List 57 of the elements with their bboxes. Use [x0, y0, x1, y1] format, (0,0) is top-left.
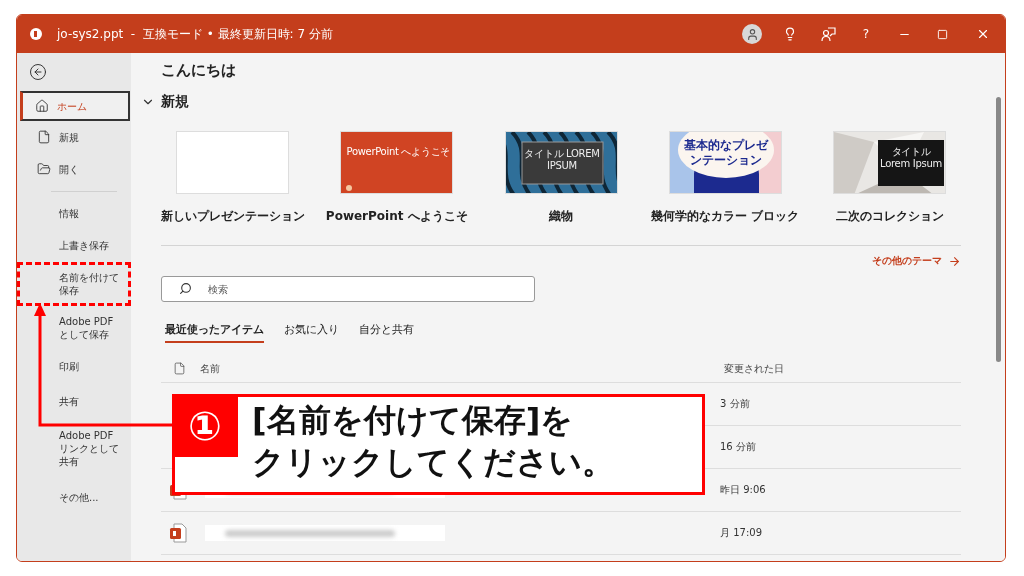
template-thumbnail[interactable] — [176, 131, 289, 194]
maximize-icon[interactable] — [936, 28, 948, 40]
modified-date: 月 17:09 — [720, 526, 763, 540]
folder-icon — [37, 162, 51, 176]
document-icon — [37, 130, 51, 144]
slide-title: タイトル LOREM IPSUM — [523, 148, 601, 172]
template-name: 二次のコレクション — [835, 208, 944, 225]
column-header: 名前 — [200, 361, 220, 376]
sidebar-item[interactable]: 新規 — [20, 121, 130, 153]
greeting-heading: こんにちは — [161, 61, 237, 81]
arrow-right-icon — [948, 254, 961, 268]
help-button[interactable]: ? — [847, 15, 885, 53]
sidebar-item[interactable]: 共有 — [20, 382, 130, 420]
sidebar-item[interactable]: 上書き保存 — [20, 228, 130, 262]
tab[interactable]: 最近使ったアイテム — [165, 322, 264, 343]
more-themes-link[interactable]: その他のテーマ — [872, 254, 961, 268]
presentation-file-icon — [169, 523, 187, 543]
section-heading: 新規 — [161, 93, 189, 111]
modified-date: 16 分前 — [720, 440, 757, 454]
instruction-text: [名前を付けて保存]を クリックしてください。 — [252, 400, 614, 483]
template-thumbnail[interactable]: タイトル LOREM IPSUM — [504, 131, 618, 194]
app-logo-icon — [29, 27, 43, 41]
template-name: 幾何学的なカラー ブロック — [651, 208, 800, 225]
sidebar-item[interactable]: その他... — [20, 476, 130, 518]
file-icon — [173, 362, 186, 375]
template-thumbnail[interactable]: 基本的なプレゼンテーション — [668, 131, 782, 194]
step-number: ① — [172, 394, 238, 457]
window-title: jo-sys2.ppt - 互換モード • 最終更新日時: 7 分前 — [57, 25, 334, 43]
template-name: 織物 — [549, 208, 573, 225]
sidebar-item[interactable]: Adobe PDF として保存 — [20, 306, 130, 350]
tab[interactable]: お気に入り — [284, 322, 339, 343]
sidebar-item[interactable]: 名前を付けて保存 — [17, 262, 131, 306]
feedback-icon[interactable] — [820, 26, 836, 42]
slide-title: 基本的なプレゼンテーション — [683, 138, 770, 168]
search-field[interactable]: 検索 — [161, 276, 535, 302]
sidebar-item[interactable]: Adobe PDF リンクとして共有 — [20, 420, 130, 476]
close-icon[interactable] — [976, 27, 990, 41]
sidebar-item[interactable]: 情報 — [20, 198, 130, 228]
slide-title: タイトル Lorem Ipsum — [880, 146, 942, 170]
modified-date: 昨日 9:06 — [720, 483, 767, 497]
logo-icon — [346, 185, 353, 191]
account-avatar[interactable] — [742, 24, 762, 44]
template-name: PowerPoint へようこそ — [325, 208, 468, 225]
sidebar-item[interactable]: 印刷 — [20, 350, 130, 382]
home-icon — [35, 99, 49, 113]
sidebar-item[interactable]: ホーム — [20, 91, 130, 121]
template-thumbnail[interactable]: タイトル Lorem Ipsum — [833, 131, 946, 194]
template-name: 新しいプレゼンテーション — [160, 208, 305, 225]
column-header: 変更された日 — [724, 361, 785, 376]
tab[interactable]: 自分と共有 — [359, 322, 414, 343]
back-icon[interactable] — [29, 63, 47, 81]
template-thumbnail[interactable]: PowerPoint へようこそ — [340, 131, 454, 194]
sidebar-item[interactable]: 開く — [20, 153, 130, 185]
slide-title: PowerPoint へようこそ — [345, 146, 451, 158]
file-row[interactable]: 月 17:09 — [161, 512, 961, 555]
search-icon — [179, 282, 192, 295]
modified-date: 3 分前 — [720, 397, 751, 411]
